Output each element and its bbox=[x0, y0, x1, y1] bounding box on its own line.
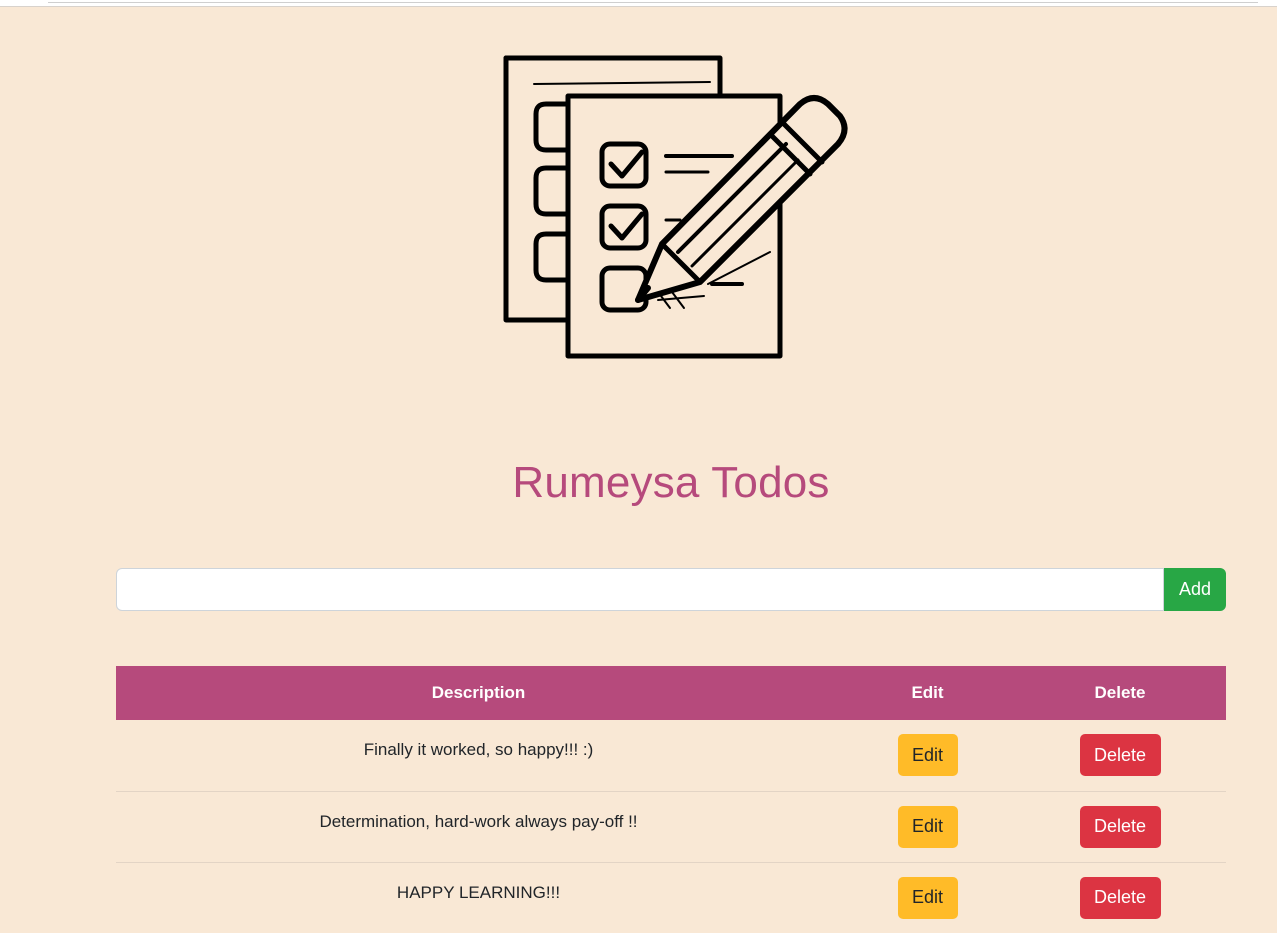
add-button[interactable]: Add bbox=[1164, 568, 1226, 611]
column-header-delete: Delete bbox=[1094, 683, 1146, 702]
table-row: HAPPY LEARNING!!! Edit Delete bbox=[116, 862, 1226, 933]
page-title: Rumeysa Todos bbox=[512, 458, 830, 507]
edit-button[interactable]: Edit bbox=[897, 876, 958, 919]
add-todo-form: Add bbox=[116, 568, 1226, 611]
edit-cell: Edit bbox=[841, 720, 1014, 791]
browser-top-strip bbox=[0, 0, 1277, 7]
delete-button[interactable]: Delete bbox=[1079, 805, 1161, 848]
column-header-description: Description bbox=[431, 683, 526, 702]
edit-button[interactable]: Edit bbox=[897, 805, 958, 848]
delete-cell: Delete bbox=[1014, 720, 1226, 791]
table-body: Finally it worked, so happy!!! :) Edit D… bbox=[116, 720, 1226, 933]
todo-description: Determination, hard-work always pay-off … bbox=[319, 811, 638, 831]
column-header-edit: Edit bbox=[911, 683, 944, 702]
todo-input[interactable] bbox=[116, 568, 1164, 611]
edit-cell: Edit bbox=[841, 862, 1014, 933]
browser-top-strip-line bbox=[48, 0, 1258, 3]
edit-cell: Edit bbox=[841, 791, 1014, 862]
table-header-row: Description Edit Delete bbox=[116, 666, 1226, 720]
delete-cell: Delete bbox=[1014, 862, 1226, 933]
table-header: Description Edit Delete bbox=[116, 666, 1226, 720]
todo-description: Finally it worked, so happy!!! :) bbox=[363, 740, 594, 759]
delete-button[interactable]: Delete bbox=[1079, 876, 1161, 919]
todo-description: HAPPY LEARNING!!! bbox=[396, 882, 561, 902]
todo-table: Description Edit Delete Finally it worke… bbox=[116, 666, 1226, 933]
delete-button[interactable]: Delete bbox=[1079, 734, 1161, 777]
delete-cell: Delete bbox=[1014, 791, 1226, 862]
table-row: Determination, hard-work always pay-off … bbox=[116, 791, 1226, 862]
edit-button[interactable]: Edit bbox=[897, 734, 958, 777]
checklist-with-pencil-icon bbox=[503, 55, 848, 359]
table-row: Finally it worked, so happy!!! :) Edit D… bbox=[116, 720, 1226, 791]
